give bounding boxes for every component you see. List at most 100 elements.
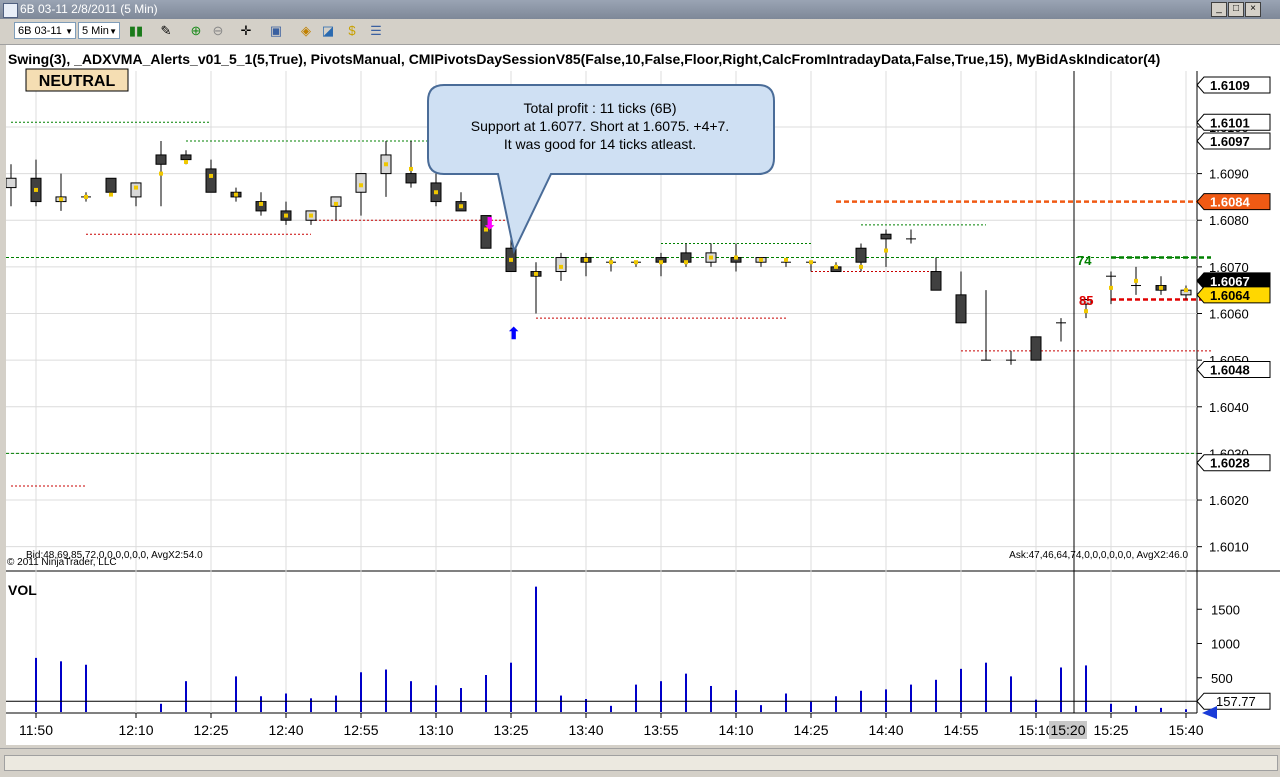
candle-down [205,168,217,193]
adxvma-dot [559,264,563,269]
buy-arrow-icon: ⬆ [507,326,520,343]
candle-down [105,177,117,193]
adxvma-dot [184,159,188,164]
adxvma-dot [659,260,663,265]
adxvma-dot [334,201,338,206]
adxvma-dot [834,264,838,269]
price-marker-label: 1.6084 [1210,195,1251,210]
price-tick-label: 1.6060 [1209,307,1249,322]
price-tick-label: 1.6040 [1209,400,1249,415]
interval-selector[interactable]: 5 Min ▼ [78,22,120,39]
price-marker-label: 1.6064 [1210,288,1251,303]
time-tick-label: 12:25 [193,722,228,738]
crosshair-icon[interactable]: ✛ [238,23,254,39]
adxvma-dot [584,257,588,262]
zoom-out-icon[interactable]: ⊖ [210,23,226,39]
adxvma-dot [384,162,388,167]
adxvma-dot [534,271,538,276]
time-tick-label: 14:40 [868,722,903,738]
adxvma-dot [859,264,863,269]
callout-text: Total profit : 11 ticks (6B) Support at … [430,99,770,153]
adxvma-dot [809,260,813,265]
time-tick-label: 13:25 [493,722,528,738]
adxvma-dot [609,260,613,265]
time-tick-label: 15:10 [1018,722,1053,738]
adxvma-dot [884,248,888,253]
candle-down [155,154,167,165]
price-tick-label: 1.6080 [1209,213,1249,228]
horizontal-scrollbar[interactable] [4,755,1278,771]
volume-tick-label: 500 [1211,671,1233,686]
instrument-value: 6B 03-11 [18,25,62,37]
adxvma-dot [1109,285,1113,290]
time-tick-label: 13:55 [643,722,678,738]
adxvma-dot [684,260,688,265]
status-bar [0,748,1280,777]
time-tick-label: 14:25 [793,722,828,738]
candle-down [855,247,867,263]
candle-down [955,294,967,324]
chevron-down-icon: ▼ [65,27,73,36]
zoom-in-icon[interactable]: ⊕ [188,23,204,39]
adxvma-dot [434,190,438,195]
candle-up [130,182,142,198]
adxvma-dot [359,183,363,188]
candle-down [405,173,417,184]
data-box-icon[interactable]: ☰ [368,23,384,39]
adxvma-dot [309,213,313,218]
adxvma-dot [234,192,238,197]
instrument-selector[interactable]: 6B 03-11 ▼ [14,22,76,39]
chart-toolbar: 6B 03-11 ▼ 5 Min ▼ ▮▮ ✎ ⊕ ⊖ ✛ ▣ ◈ ◪ $ ☰ [0,19,1280,45]
interval-value: 5 Min [82,25,109,37]
time-tick-label: 15:25 [1093,722,1128,738]
app-icon [3,3,18,18]
bar-type-icon[interactable]: ▮▮ [128,23,144,39]
candle-down [1030,336,1042,361]
adxvma-dot [134,185,138,190]
candle-up [555,257,567,273]
adxvma-dot [1134,278,1138,283]
adxvma-dot [634,260,638,265]
volume-tick-label: 1000 [1211,637,1240,652]
time-tick-label: 12:40 [268,722,303,738]
ask-count-label: 74 [1077,253,1092,268]
properties-icon[interactable]: ▣ [268,23,284,39]
time-tick-label: 13:40 [568,722,603,738]
time-tick-label: 12:10 [118,722,153,738]
candle-down [880,233,892,240]
price-marker-label: 1.6097 [1210,134,1250,149]
price-marker-label: 1.6109 [1210,78,1250,93]
bid-count-label: 85 [1079,293,1093,308]
volume-label: VOL [8,582,37,598]
chevron-down-icon: ▼ [109,27,117,36]
adxvma-dot [1084,309,1088,314]
callout-line-2: Support at 1.6077. Short at 1.6075. +4+7… [470,118,730,134]
time-tick-label: 11:50 [19,722,53,738]
strategies-icon[interactable]: ◈ [298,23,314,39]
adxvma-dot [1184,288,1188,293]
adxvma-dot [734,255,738,260]
dollar-icon[interactable]: $ [344,23,360,39]
callout-line-1: Total profit : 11 ticks (6B) [523,100,677,116]
close-button[interactable]: × [1245,2,1261,17]
minimize-button[interactable]: _ [1211,2,1227,17]
adxvma-dot [209,173,213,178]
time-tick-label: 15:40 [1168,722,1203,738]
copyright-text: © 2011 NinjaTrader, LLC [7,557,117,568]
candle-up [5,177,17,189]
maximize-button[interactable]: □ [1228,2,1244,17]
adxvma-dot [34,187,38,192]
volume-tick-label: 1500 [1211,602,1240,617]
window-titlebar: 6B 03-11 2/8/2011 (5 Min) _ □ × [0,0,1280,19]
trend-badge-text: NEUTRAL [39,73,116,90]
indicators-icon[interactable]: ◪ [320,23,336,39]
price-marker-label: 1.6048 [1210,362,1250,377]
price-tick-label: 1.6020 [1209,493,1249,508]
candle-down [930,271,942,291]
adxvma-dot [459,204,463,209]
adxvma-dot [784,257,788,262]
time-tick-label: 14:10 [718,722,753,738]
volume-marker-label: 157.77 [1216,694,1256,709]
adxvma-dot [284,213,288,218]
pencil-icon[interactable]: ✎ [158,23,174,39]
